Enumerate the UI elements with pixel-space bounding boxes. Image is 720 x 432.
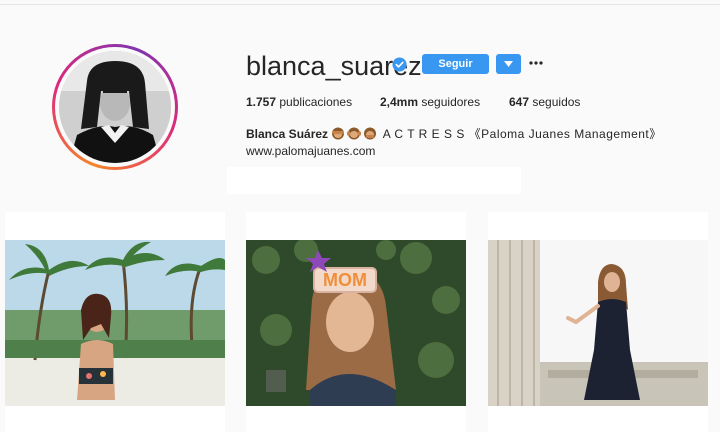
- verified-badge-icon: [392, 57, 407, 72]
- blank-banner: [227, 167, 521, 194]
- beach-photo: [5, 240, 225, 406]
- top-divider: [0, 4, 720, 5]
- following-label: seguidos: [532, 95, 581, 109]
- more-options-icon[interactable]: [528, 55, 544, 71]
- posts-label: publicaciones: [279, 95, 353, 109]
- posts-count-stat: 1.757 publicaciones: [246, 95, 352, 109]
- post-thumbnail[interactable]: [488, 212, 708, 432]
- follow-button[interactable]: Seguir: [422, 54, 489, 74]
- suggestions-dropdown-button[interactable]: [496, 54, 521, 74]
- post-thumbnail[interactable]: [5, 212, 225, 432]
- posts-count: 1.757: [246, 95, 277, 109]
- profile-website-link[interactable]: www.palomajuanes.com: [246, 144, 375, 158]
- profile-bio: A C T R E S S 《Paloma Juanes Management》: [382, 127, 662, 141]
- see-no-evil-monkey-icon: [332, 127, 345, 140]
- profile-avatar: [59, 51, 171, 163]
- chevron-down-icon: [504, 61, 513, 67]
- profile-full-name: Blanca Suárez: [246, 127, 329, 141]
- hear-no-evil-monkey-icon: [347, 127, 362, 140]
- followers-stat[interactable]: 2,4mm seguidores: [380, 95, 480, 109]
- mom-sign-label: MOM: [323, 270, 367, 290]
- profile-avatar-ring[interactable]: [52, 44, 178, 170]
- post-thumbnail[interactable]: MOM: [246, 212, 466, 432]
- following-stat[interactable]: 647 seguidos: [509, 95, 580, 109]
- followers-count: 2,4mm: [380, 95, 419, 109]
- profile-bio-line: Blanca Suárez A C T R E S S 《Paloma Juan…: [246, 125, 662, 142]
- followers-label: seguidores: [421, 95, 481, 109]
- following-count: 647: [509, 95, 530, 109]
- actress-column-photo: [488, 240, 708, 406]
- speak-no-evil-monkey-icon: [364, 127, 377, 140]
- mom-glasses-photo: MOM: [246, 240, 466, 406]
